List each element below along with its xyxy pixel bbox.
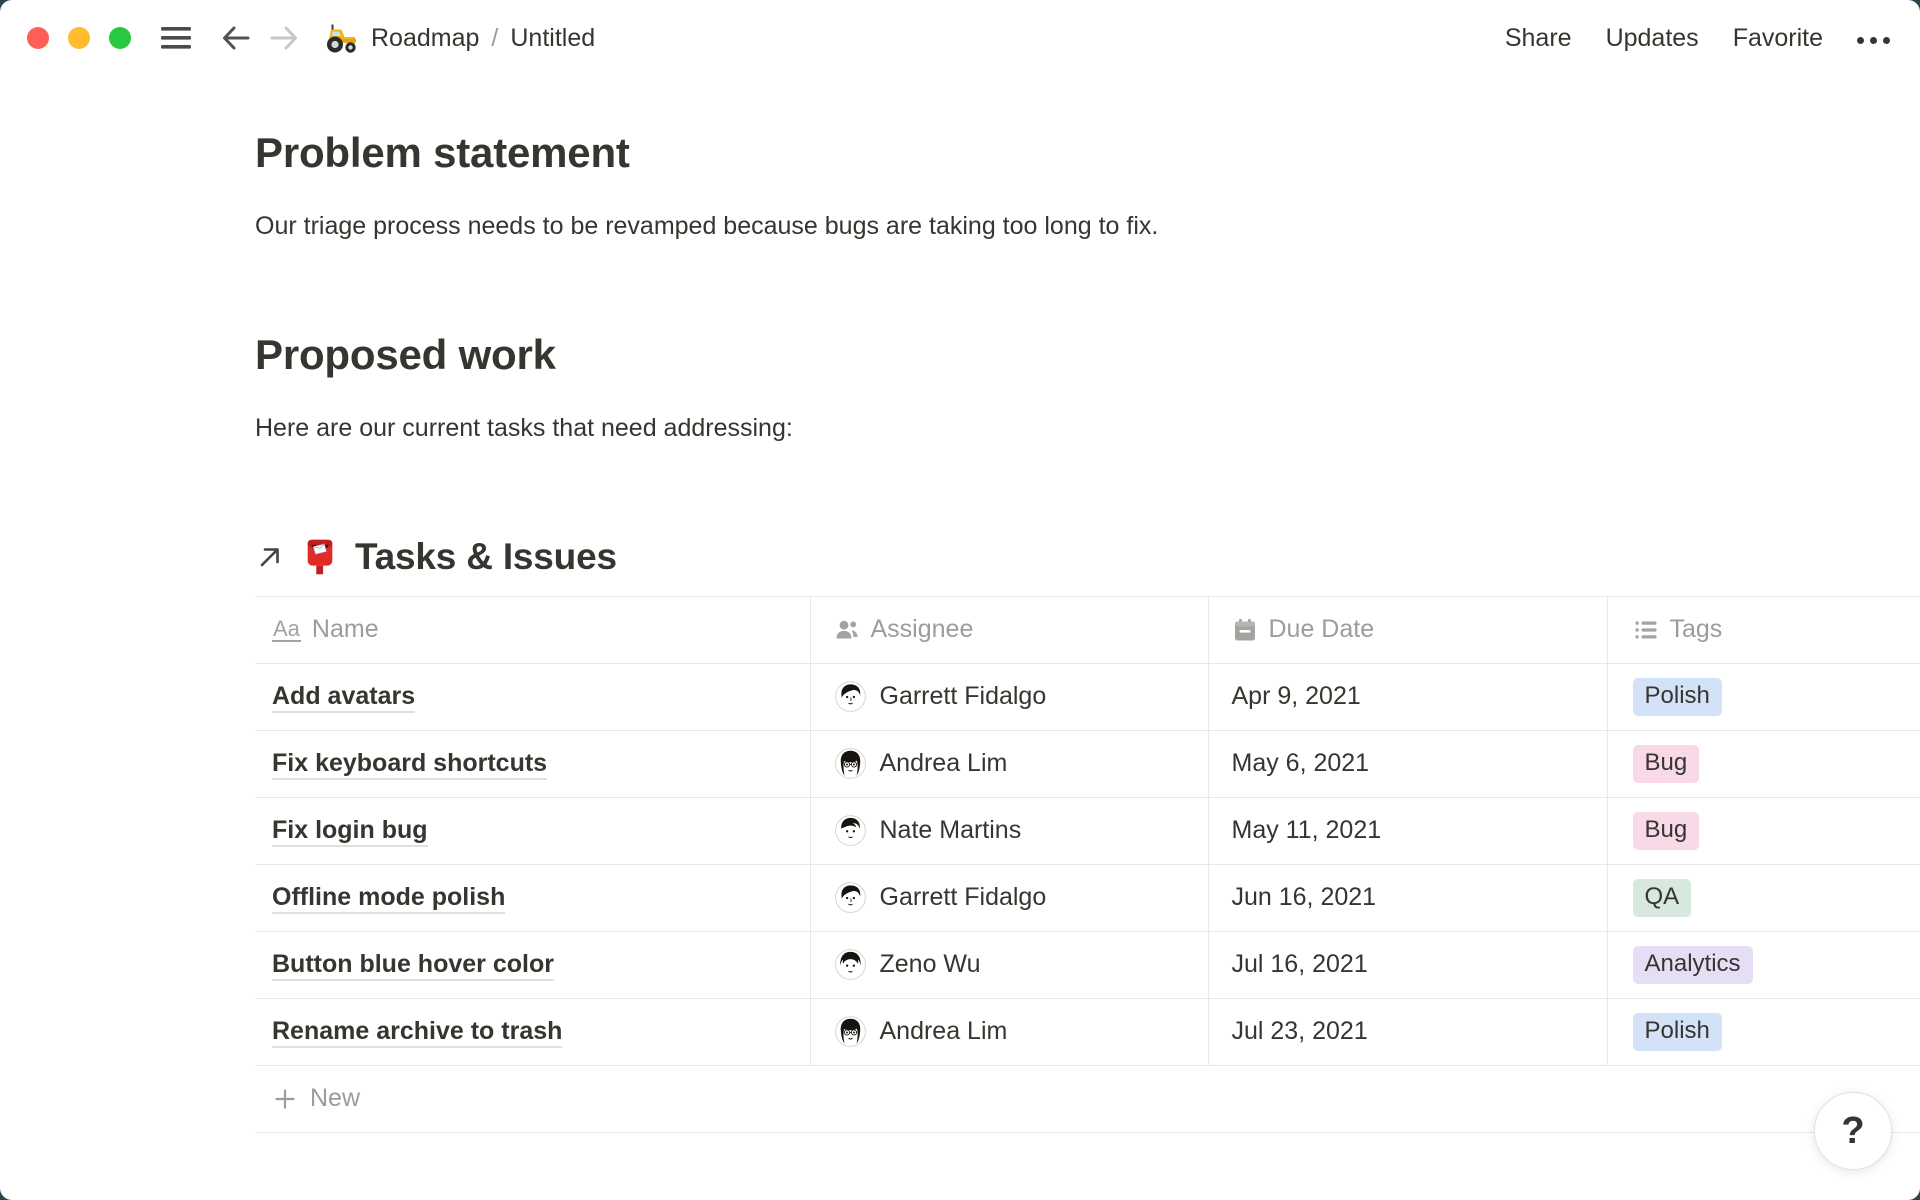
tag-badge: QA bbox=[1633, 879, 1692, 917]
assignee-name: Andrea Lim bbox=[880, 1017, 1008, 1046]
heading-proposed-work: Proposed work bbox=[255, 330, 1920, 380]
share-button[interactable]: Share bbox=[1505, 24, 1572, 53]
task-name-link[interactable]: Fix keyboard shortcuts bbox=[272, 749, 547, 780]
column-label: Due Date bbox=[1269, 615, 1375, 644]
collection-title[interactable]: Tasks & Issues bbox=[355, 536, 617, 578]
person-icon bbox=[834, 617, 860, 643]
close-button[interactable] bbox=[27, 27, 49, 49]
plus-icon bbox=[273, 1087, 297, 1111]
assignee-name: Nate Martins bbox=[880, 816, 1022, 845]
updates-button[interactable]: Updates bbox=[1606, 24, 1699, 53]
collection-header: Tasks & Issues bbox=[255, 536, 1920, 578]
list-icon bbox=[1633, 617, 1659, 643]
new-row[interactable]: New bbox=[255, 1065, 1920, 1132]
help-button[interactable]: ? bbox=[1814, 1092, 1892, 1170]
paragraph-problem: Our triage process needs to be revamped … bbox=[255, 208, 1705, 246]
postbox-emoji bbox=[299, 536, 341, 578]
sidebar-menu-icon[interactable] bbox=[157, 19, 195, 57]
column-label: Assignee bbox=[871, 615, 974, 644]
assignee-avatar bbox=[835, 681, 866, 712]
assignee-avatar bbox=[835, 949, 866, 980]
due-date-value: Jul 16, 2021 bbox=[1232, 950, 1368, 978]
table-row: Fix keyboard shortcuts Andrea Lim May 6,… bbox=[255, 730, 1920, 797]
due-date-value: May 6, 2021 bbox=[1232, 749, 1370, 777]
assignee-avatar bbox=[835, 748, 866, 779]
assignee-avatar bbox=[835, 1016, 866, 1047]
column-header-name[interactable]: Aa Name bbox=[255, 596, 810, 663]
assignee-name: Zeno Wu bbox=[880, 950, 981, 979]
tag-badge: Polish bbox=[1633, 678, 1722, 716]
table-row: Fix login bug Nate Martins May 11, 2021 … bbox=[255, 797, 1920, 864]
favorite-button[interactable]: Favorite bbox=[1733, 24, 1823, 53]
minimize-button[interactable] bbox=[68, 27, 90, 49]
column-header-due-date[interactable]: Due Date bbox=[1208, 596, 1607, 663]
tasks-table: Aa Name bbox=[255, 596, 1920, 1133]
due-date-value: Apr 9, 2021 bbox=[1232, 682, 1361, 710]
open-as-page-icon[interactable] bbox=[255, 542, 285, 572]
heading-problem-statement: Problem statement bbox=[255, 128, 1920, 178]
titlebar: Roadmap / Untitled Share Updates Favorit… bbox=[0, 0, 1920, 76]
task-name-link[interactable]: Button blue hover color bbox=[272, 950, 554, 981]
assignee-avatar bbox=[835, 882, 866, 913]
back-icon[interactable] bbox=[217, 19, 255, 57]
table-row: Rename archive to trash Andrea Lim Jul 2… bbox=[255, 998, 1920, 1065]
table-row: Offline mode polish Garrett Fidalgo Jun … bbox=[255, 864, 1920, 931]
breadcrumb-root[interactable]: Roadmap bbox=[371, 24, 479, 53]
task-name-link[interactable]: Rename archive to trash bbox=[272, 1017, 562, 1048]
paragraph-proposed: Here are our current tasks that need add… bbox=[255, 410, 1705, 448]
task-name-link[interactable]: Offline mode polish bbox=[272, 883, 505, 914]
tag-badge: Analytics bbox=[1633, 946, 1753, 984]
due-date-value: Jun 16, 2021 bbox=[1232, 883, 1377, 911]
column-label: Tags bbox=[1670, 615, 1723, 644]
assignee-name: Andrea Lim bbox=[880, 749, 1008, 778]
breadcrumb-separator: / bbox=[491, 24, 498, 53]
window-controls bbox=[27, 27, 131, 49]
table-row: Add avatars Garrett Fidalgo Apr 9, 2021 … bbox=[255, 663, 1920, 730]
zoom-button[interactable] bbox=[109, 27, 131, 49]
breadcrumb-current[interactable]: Untitled bbox=[510, 24, 595, 53]
column-label: Name bbox=[312, 615, 379, 644]
task-name-link[interactable]: Add avatars bbox=[272, 682, 415, 713]
tag-badge: Bug bbox=[1633, 745, 1700, 783]
due-date-value: May 11, 2021 bbox=[1232, 816, 1382, 844]
tractor-emoji bbox=[325, 21, 359, 55]
titlebar-actions: Share Updates Favorite bbox=[1505, 24, 1890, 53]
more-options-icon[interactable] bbox=[1857, 33, 1890, 44]
table-row: Button blue hover color Zeno Wu Jul 16, … bbox=[255, 931, 1920, 998]
table-header-row: Aa Name bbox=[255, 596, 1920, 663]
assignee-name: Garrett Fidalgo bbox=[880, 682, 1047, 711]
text-property-icon: Aa bbox=[272, 617, 301, 642]
task-name-link[interactable]: Fix login bug bbox=[272, 816, 428, 847]
page-body: Problem statement Our triage process nee… bbox=[0, 128, 1920, 1133]
breadcrumb: Roadmap / Untitled bbox=[325, 21, 595, 55]
assignee-name: Garrett Fidalgo bbox=[880, 883, 1047, 912]
calendar-icon bbox=[1232, 617, 1258, 643]
tag-badge: Polish bbox=[1633, 1013, 1722, 1051]
new-row-label: New bbox=[310, 1084, 360, 1113]
app-window: Roadmap / Untitled Share Updates Favorit… bbox=[0, 0, 1920, 1200]
forward-icon[interactable] bbox=[265, 19, 303, 57]
column-header-assignee[interactable]: Assignee bbox=[810, 596, 1208, 663]
tag-badge: Bug bbox=[1633, 812, 1700, 850]
column-header-tags[interactable]: Tags bbox=[1607, 596, 1920, 663]
table-body: Add avatars Garrett Fidalgo Apr 9, 2021 … bbox=[255, 663, 1920, 1065]
due-date-value: Jul 23, 2021 bbox=[1232, 1017, 1368, 1045]
assignee-avatar bbox=[835, 815, 866, 846]
